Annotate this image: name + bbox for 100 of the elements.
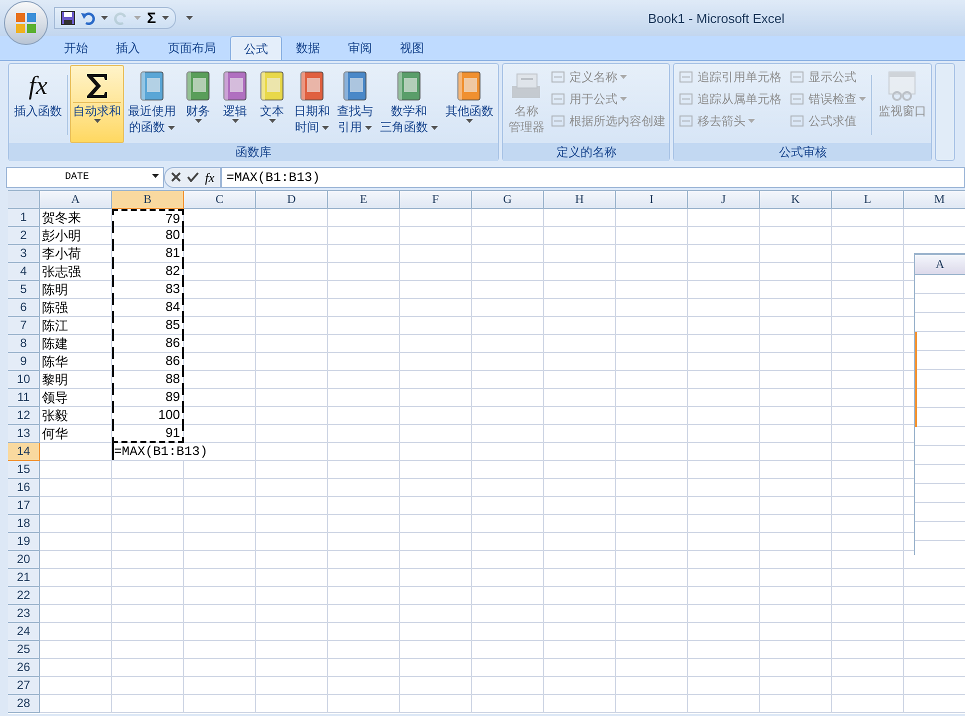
undo-icon[interactable] bbox=[81, 11, 95, 25]
row-header[interactable]: 7 bbox=[8, 317, 40, 335]
caret-icon bbox=[101, 16, 108, 20]
row-header[interactable]: 8 bbox=[8, 335, 40, 353]
row-header[interactable]: 15 bbox=[8, 461, 40, 479]
command-icon bbox=[550, 70, 566, 84]
table-cell: 83 bbox=[112, 281, 184, 299]
row-header[interactable]: 16 bbox=[8, 479, 40, 497]
ribbon-tab[interactable]: 数据 bbox=[282, 36, 334, 60]
column-header[interactable]: G bbox=[472, 191, 544, 209]
command-icon bbox=[789, 114, 806, 128]
caret-icon bbox=[152, 174, 159, 178]
ribbon-button[interactable]: 最近使用 的函数 bbox=[125, 65, 179, 143]
ribbon-button[interactable]: 日期和 时间 bbox=[291, 65, 333, 143]
column-header[interactable]: F bbox=[400, 191, 472, 209]
table-cell: 89 bbox=[112, 389, 184, 407]
insert-function-button[interactable]: fx bbox=[205, 170, 214, 184]
ribbon-tab[interactable]: 开始 bbox=[50, 36, 102, 60]
ribbon-button[interactable]: 查找与 引用 bbox=[334, 65, 376, 143]
ribbon-tab[interactable]: 插入 bbox=[102, 36, 154, 60]
command-icon bbox=[678, 114, 694, 128]
ribbon-button[interactable]: 自动求和 bbox=[70, 65, 124, 143]
group-label: 定义的名称 bbox=[503, 143, 670, 161]
column-header[interactable]: J bbox=[688, 191, 760, 209]
caret-icon bbox=[186, 16, 194, 20]
ribbon-button[interactable]: 财务 bbox=[180, 65, 216, 143]
row-header[interactable]: 1 bbox=[8, 209, 40, 227]
ribbon-tab[interactable]: 页面布局 bbox=[154, 36, 230, 60]
row-header[interactable]: 23 bbox=[8, 605, 40, 623]
row-header[interactable]: 17 bbox=[8, 497, 40, 515]
save-icon[interactable] bbox=[61, 11, 75, 25]
row-header[interactable]: 4 bbox=[8, 263, 40, 281]
command-icon bbox=[550, 92, 566, 106]
group-label: 函数库 bbox=[9, 143, 498, 161]
office-button[interactable] bbox=[4, 1, 48, 45]
row-header[interactable]: 10 bbox=[8, 371, 40, 389]
row-header[interactable]: 27 bbox=[8, 677, 40, 695]
row-header[interactable]: 22 bbox=[8, 587, 40, 605]
command-icon bbox=[789, 70, 806, 84]
table-cell: 陈建 bbox=[42, 336, 68, 351]
table-cell: 陈强 bbox=[42, 300, 68, 315]
ribbon-button[interactable]: 文本 bbox=[254, 65, 290, 143]
row-header[interactable]: 25 bbox=[8, 641, 40, 659]
ribbon-button[interactable]: 逻辑 bbox=[217, 65, 253, 143]
table-cell: 陈江 bbox=[42, 318, 68, 333]
column-header[interactable]: E bbox=[328, 191, 400, 209]
table-cell: 何华 bbox=[42, 426, 68, 441]
row-header[interactable]: 3 bbox=[8, 245, 40, 263]
table-cell: 李小荷 bbox=[42, 246, 81, 261]
ribbon-tab[interactable]: 审阅 bbox=[334, 36, 386, 60]
row-header[interactable]: 2 bbox=[8, 227, 40, 245]
row-header[interactable]: 6 bbox=[8, 299, 40, 317]
table-cell: 81 bbox=[112, 245, 184, 263]
column-header[interactable]: D bbox=[256, 191, 328, 209]
row-header[interactable]: 9 bbox=[8, 353, 40, 371]
group-label: 公式审核 bbox=[674, 143, 932, 161]
command-icon bbox=[678, 70, 694, 84]
row-header[interactable]: 5 bbox=[8, 281, 40, 299]
command-icon bbox=[550, 114, 566, 128]
table-cell: 陈华 bbox=[42, 354, 68, 369]
table-cell: 张毅 bbox=[42, 408, 68, 423]
row-header[interactable]: 12 bbox=[8, 407, 40, 425]
column-header[interactable]: H bbox=[544, 191, 616, 209]
ribbon-button[interactable]: 其他函数 bbox=[442, 65, 496, 143]
office-logo-icon bbox=[14, 11, 38, 35]
row-header[interactable]: 28 bbox=[8, 695, 40, 713]
name-box[interactable]: DATE bbox=[6, 166, 164, 188]
function-icon: fx bbox=[28, 71, 48, 101]
command-icon bbox=[678, 92, 694, 106]
table-cell: 贺冬来 bbox=[42, 210, 81, 225]
column-header[interactable]: M bbox=[904, 191, 965, 209]
row-header[interactable]: 14 bbox=[8, 443, 40, 461]
ribbon-tab[interactable]: 视图 bbox=[386, 36, 438, 60]
close-icon[interactable] bbox=[171, 172, 181, 182]
column-header[interactable]: A bbox=[915, 255, 965, 275]
formula-field[interactable]: =MAX(B1:B13) bbox=[221, 166, 965, 188]
column-header[interactable]: C bbox=[184, 191, 256, 209]
column-header[interactable]: L bbox=[832, 191, 904, 209]
caret-icon bbox=[134, 16, 141, 20]
table-cell: 黎明 bbox=[42, 372, 68, 387]
column-header[interactable]: A bbox=[40, 191, 112, 209]
ribbon-tab[interactable]: 公式 bbox=[230, 36, 282, 60]
row-header[interactable]: 11 bbox=[8, 389, 40, 407]
table-cell: 86 bbox=[112, 353, 184, 371]
ribbon-button[interactable]: fx 插入函数 bbox=[11, 65, 65, 143]
table-cell: 88 bbox=[112, 371, 184, 389]
table-cell: 陈明 bbox=[42, 282, 68, 297]
autosum-button[interactable]: Σ bbox=[147, 10, 156, 26]
ribbon-button[interactable]: 数学和 三角函数 bbox=[377, 65, 442, 143]
row-header[interactable]: 19 bbox=[8, 533, 40, 551]
row-header[interactable]: 21 bbox=[8, 569, 40, 587]
column-header[interactable]: B bbox=[112, 191, 184, 209]
row-header[interactable]: 13 bbox=[8, 425, 40, 443]
check-icon[interactable] bbox=[187, 172, 199, 182]
column-header[interactable]: I bbox=[616, 191, 688, 209]
column-header[interactable]: K bbox=[760, 191, 832, 209]
row-header[interactable]: 26 bbox=[8, 659, 40, 677]
row-header[interactable]: 18 bbox=[8, 515, 40, 533]
row-header[interactable]: 20 bbox=[8, 551, 40, 569]
row-header[interactable]: 24 bbox=[8, 623, 40, 641]
